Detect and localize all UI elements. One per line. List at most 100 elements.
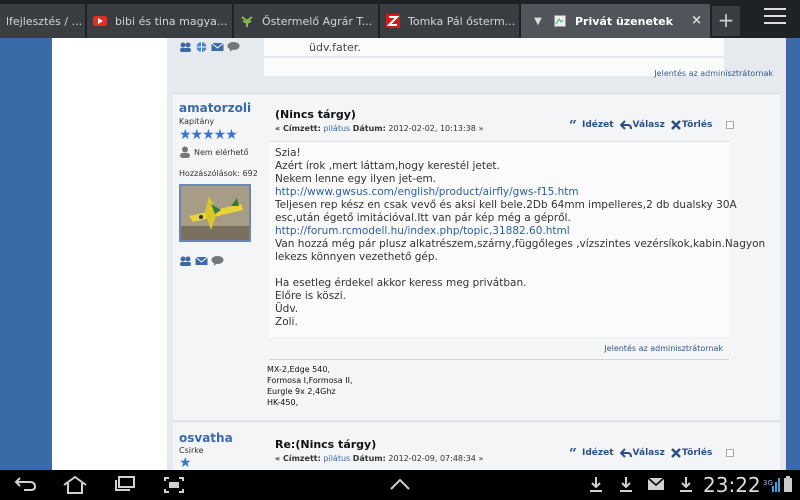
message-line: Ha esetleg érdekel akkor keress meg priv… xyxy=(275,277,527,289)
tab-3-title: Őstermelő Agrár T... xyxy=(262,14,373,28)
tab-close-icon[interactable]: × xyxy=(691,13,702,28)
download-icon[interactable] xyxy=(589,476,603,496)
post1-date: 2012-02-02, 10:13:38 » xyxy=(388,124,484,133)
svg-text:“: “ xyxy=(569,448,577,458)
tab-1-title: lfejlesztés / ... xyxy=(6,14,83,28)
post2-subject[interactable]: Re:(Nincs tárgy) xyxy=(275,438,376,451)
prev-post-text: üdv.fater. xyxy=(309,41,361,54)
tab-5-active[interactable]: ▼ Privát üzenetek × xyxy=(521,4,711,38)
post1-meta: « Címzett: pilátus Dátum: 2012-02-02, 10… xyxy=(275,124,483,133)
download-icon-2[interactable] xyxy=(619,476,633,496)
system-navigation-bar: 23:22 3G xyxy=(0,470,800,500)
post1-message: Szia! Azért írok ,mert láttam,hogy kerest… xyxy=(275,147,766,329)
post2-select-checkbox[interactable] xyxy=(726,449,735,457)
tab-2[interactable]: bibi és tina magya... xyxy=(87,4,233,38)
download-icon-3[interactable] xyxy=(679,476,693,496)
tab-2-title: bibi és tina magya... xyxy=(115,14,228,28)
plant-favicon-icon xyxy=(240,14,254,28)
tab-1[interactable]: lfejlesztés / ... xyxy=(0,4,86,38)
z-favicon-icon xyxy=(386,14,400,28)
message-post-2: osvatha Csirke ★ Re:(Nincs tárgy) « Címz… xyxy=(173,421,780,470)
delete-x-icon xyxy=(670,120,681,130)
pm-bubble-icon[interactable] xyxy=(211,252,224,266)
post1-rank: Kapitány xyxy=(179,117,215,126)
message-line: Szia! xyxy=(275,147,301,159)
signature-line: HK-450, xyxy=(267,398,299,407)
post2-date: 2012-02-09, 07:48:34 » xyxy=(388,454,484,463)
post2-body: Re:(Nincs tárgy) « Címzett: pilátus Dátu… xyxy=(269,422,735,470)
post1-quote-button[interactable]: “ Idézet xyxy=(569,120,614,130)
youtube-favicon-icon xyxy=(93,14,107,28)
mail-notification-icon[interactable] xyxy=(647,476,665,495)
post1-avatar[interactable] xyxy=(179,184,251,242)
post1-author-name[interactable]: amatorzoli xyxy=(179,101,251,115)
post1-status: Nem elérhető xyxy=(179,146,248,158)
prev-post-body: üdv.fater. xyxy=(264,38,724,56)
post2-reply-label: Válasz xyxy=(632,448,665,458)
chevron-up-icon[interactable] xyxy=(389,476,411,495)
post1-signature: MX-2,Edge 540, Formosa I,Formosa II, Eurgl… xyxy=(267,364,352,408)
message-line: Nekem lenne egy ilyen jet-em. xyxy=(275,173,437,185)
post2-rank: Csirke xyxy=(179,446,204,455)
browser-menu-icon[interactable] xyxy=(764,8,786,28)
recent-apps-icon[interactable] xyxy=(114,476,136,496)
post1-delete-button[interactable]: Törlés xyxy=(670,120,712,130)
email-icon[interactable] xyxy=(211,38,224,51)
quote-icon: “ xyxy=(569,120,577,130)
chevron-down-icon[interactable]: ▼ xyxy=(531,14,545,28)
post2-meta: « Címzett: pilátus Dátum: 2012-02-09, 07… xyxy=(275,454,483,463)
tab-4[interactable]: Tomka Pál ősterm... xyxy=(380,4,520,38)
email-icon[interactable] xyxy=(195,252,208,265)
tab-4-title: Tomka Pál ősterm... xyxy=(408,14,516,28)
post2-actions: “ Idézet Válasz Törlés xyxy=(569,448,735,458)
message-line: esc,után égető imitációval.Itt van pár k… xyxy=(275,212,571,224)
post2-delete-button[interactable]: Törlés xyxy=(670,448,713,458)
post1-recipient[interactable]: pilátus xyxy=(323,124,350,133)
back-icon[interactable] xyxy=(14,476,38,496)
post1-profile-icons xyxy=(179,252,224,266)
status-clock[interactable]: 23:22 xyxy=(703,473,761,497)
post2-quote-button[interactable]: “ Idézet xyxy=(569,448,614,458)
quote-icon: “ xyxy=(569,448,577,458)
screenshot-icon[interactable] xyxy=(163,476,185,498)
buddy-icon[interactable] xyxy=(179,252,192,266)
post1-report-link[interactable]: Jelentés az adminisztrátornak xyxy=(604,344,723,353)
post2-delete-label: Törlés xyxy=(681,448,713,458)
prev-report-link[interactable]: Jelentés az adminisztrátornak xyxy=(654,69,773,78)
page-content-area: üdv.fater. Jelentés az adminisztrátornak… xyxy=(52,38,786,470)
post2-recipient[interactable]: pilátus xyxy=(323,454,350,463)
web-page: üdv.fater. Jelentés az adminisztrátornak… xyxy=(0,38,800,470)
message-line: Üdv. xyxy=(275,303,299,315)
message-line[interactable]: http://www.gwsus.com/english/product/air… xyxy=(275,186,715,199)
buddy-icon[interactable] xyxy=(179,38,192,52)
post2-author-name[interactable]: osvatha xyxy=(179,431,233,445)
post1-quote-label: Idézet xyxy=(582,120,614,130)
message-line xyxy=(275,264,715,277)
message-line: lekezs könnyen vezethető gép. xyxy=(275,251,438,263)
signature-line: MX-2,Edge 540, xyxy=(267,365,330,374)
message-post-1: amatorzoli Kapitány ★★★★★ Nem elérhető H… xyxy=(173,93,780,420)
signal-strength-icon xyxy=(772,476,782,496)
post2-reply-button[interactable]: Válasz xyxy=(619,448,665,458)
post1-reply-label: Válasz xyxy=(632,120,665,130)
pm-bubble-icon[interactable] xyxy=(227,38,240,52)
post1-subject[interactable]: (Nincs tárgy) xyxy=(275,108,356,121)
globe-icon[interactable] xyxy=(195,38,208,52)
message-line: Van hozzá még pár plusz alkatrészem,szár… xyxy=(275,238,766,250)
message-line: Azért írok ,mert láttam,hogy kerestél je… xyxy=(275,160,500,172)
signature-line: Eurgle 9x 2,4Ghz xyxy=(267,387,336,396)
post2-quote-label: Idézet xyxy=(582,448,614,458)
message-line[interactable]: http://forum.rcmodell.hu/index.php/topic… xyxy=(275,225,715,238)
home-icon[interactable] xyxy=(62,475,88,498)
message-line: Teljesen rep kész en csak vevő és aksi k… xyxy=(275,199,737,211)
tab-3[interactable]: Őstermelő Agrár T... xyxy=(234,4,379,38)
new-tab-button[interactable]: + xyxy=(712,6,740,36)
post1-select-checkbox[interactable] xyxy=(726,121,735,129)
svg-text:“: “ xyxy=(569,120,577,130)
post2-rank-stars-icon: ★ xyxy=(179,455,192,470)
post1-rank-stars-icon: ★★★★★ xyxy=(179,127,238,143)
page-favicon-icon xyxy=(553,14,567,28)
post1-date-label: Dátum: xyxy=(352,124,386,133)
post1-reply-button[interactable]: Válasz xyxy=(619,120,665,130)
signature-divider xyxy=(269,359,729,360)
